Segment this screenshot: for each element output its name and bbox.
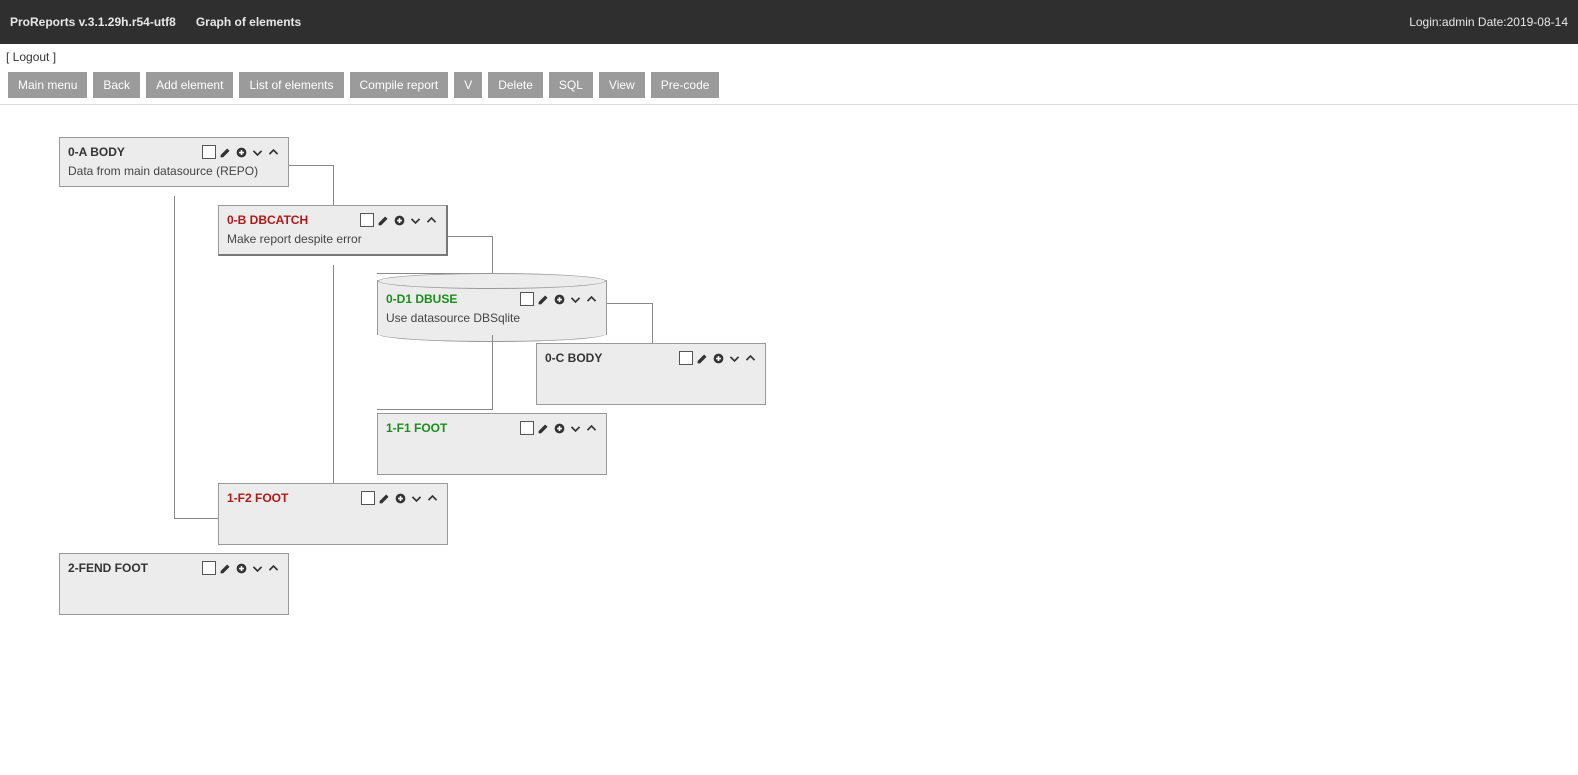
add-element-button[interactable]: Add element	[146, 72, 233, 98]
chevron-down-icon[interactable]	[569, 422, 582, 435]
checkbox-icon[interactable]	[520, 292, 534, 306]
graph-node-0a-body[interactable]: 0-A BODY Data from main datasource (REPO…	[59, 137, 289, 187]
graph-node-2fend-foot[interactable]: 2-FEND FOOT	[59, 553, 289, 615]
node-title: 0-D1 DBUSE	[386, 292, 520, 306]
node-title: 1-F2 FOOT	[227, 491, 361, 505]
node-title: 2-FEND FOOT	[68, 561, 202, 575]
sql-button[interactable]: SQL	[549, 72, 593, 98]
graph-node-1f2-foot[interactable]: 1-F2 FOOT	[218, 483, 448, 545]
node-title: 0-C BODY	[545, 351, 679, 365]
node-description	[227, 510, 439, 536]
cylinder-top	[378, 273, 606, 289]
cylinder-bottom	[378, 326, 606, 342]
pencil-icon[interactable]	[219, 146, 232, 159]
graph-node-1f1-foot[interactable]: 1-F1 FOOT	[377, 413, 607, 475]
chevron-up-icon[interactable]	[426, 492, 439, 505]
chevron-up-icon[interactable]	[267, 146, 280, 159]
plus-circle-icon[interactable]	[235, 146, 248, 159]
view-button[interactable]: View	[599, 72, 645, 98]
node-description: Data from main datasource (REPO)	[68, 164, 280, 178]
checkbox-icon[interactable]	[202, 561, 216, 575]
pencil-icon[interactable]	[537, 293, 550, 306]
node-description	[68, 580, 280, 606]
pencil-icon[interactable]	[377, 214, 390, 227]
compile-report-button[interactable]: Compile report	[350, 72, 449, 98]
node-title: 0-A BODY	[68, 145, 202, 159]
checkbox-icon[interactable]	[679, 351, 693, 365]
precode-button[interactable]: Pre-code	[651, 72, 720, 98]
delete-button[interactable]: Delete	[488, 72, 543, 98]
chevron-up-icon[interactable]	[425, 214, 438, 227]
node-title: 1-F1 FOOT	[386, 421, 520, 435]
chevron-down-icon[interactable]	[410, 492, 423, 505]
session-info: Login:admin Date:2019-08-14	[1409, 15, 1568, 29]
node-description: Use datasource DBSqlite	[386, 311, 598, 325]
logout-row: [ Logout ]	[0, 44, 1578, 70]
node-description: Make report despite error	[227, 232, 438, 246]
chevron-up-icon[interactable]	[585, 422, 598, 435]
chevron-up-icon[interactable]	[744, 352, 757, 365]
graph-node-0d1-dbuse[interactable]: 0-D1 DBUSE Use datasource DBSqlite	[377, 273, 607, 342]
chevron-down-icon[interactable]	[251, 562, 264, 575]
pencil-icon[interactable]	[219, 562, 232, 575]
main-menu-button[interactable]: Main menu	[8, 72, 87, 98]
plus-circle-icon[interactable]	[394, 492, 407, 505]
back-button[interactable]: Back	[93, 72, 140, 98]
graph-node-0b-dbcatch[interactable]: 0-B DBCATCH Make report despite error	[218, 205, 448, 256]
chevron-down-icon[interactable]	[409, 214, 422, 227]
chevron-down-icon[interactable]	[251, 146, 264, 159]
app-title: ProReports v.3.1.29h.r54-utf8	[10, 15, 176, 29]
plus-circle-icon[interactable]	[553, 293, 566, 306]
checkbox-icon[interactable]	[520, 421, 534, 435]
checkbox-icon[interactable]	[202, 145, 216, 159]
pencil-icon[interactable]	[696, 352, 709, 365]
plus-circle-icon[interactable]	[235, 562, 248, 575]
chevron-down-icon[interactable]	[728, 352, 741, 365]
page-title: Graph of elements	[196, 15, 301, 29]
logout-link[interactable]: Logout	[13, 50, 50, 64]
node-description	[545, 370, 757, 396]
pencil-icon[interactable]	[378, 492, 391, 505]
chevron-up-icon[interactable]	[585, 293, 598, 306]
checkbox-icon[interactable]	[360, 213, 374, 227]
toolbar: Main menu Back Add element List of eleme…	[0, 70, 1578, 105]
pencil-icon[interactable]	[537, 422, 550, 435]
list-of-elements-button[interactable]: List of elements	[239, 72, 343, 98]
chevron-up-icon[interactable]	[267, 562, 280, 575]
plus-circle-icon[interactable]	[393, 214, 406, 227]
chevron-down-icon[interactable]	[569, 293, 582, 306]
checkbox-icon[interactable]	[361, 491, 375, 505]
plus-circle-icon[interactable]	[553, 422, 566, 435]
node-description	[386, 440, 598, 466]
graph-node-0c-body[interactable]: 0-C BODY	[536, 343, 766, 405]
v-button[interactable]: V	[454, 72, 482, 98]
node-title: 0-B DBCATCH	[227, 213, 360, 227]
plus-circle-icon[interactable]	[712, 352, 725, 365]
graph-canvas: 0-A BODY Data from main datasource (REPO…	[0, 105, 1578, 725]
top-bar: ProReports v.3.1.29h.r54-utf8 Graph of e…	[0, 0, 1578, 44]
